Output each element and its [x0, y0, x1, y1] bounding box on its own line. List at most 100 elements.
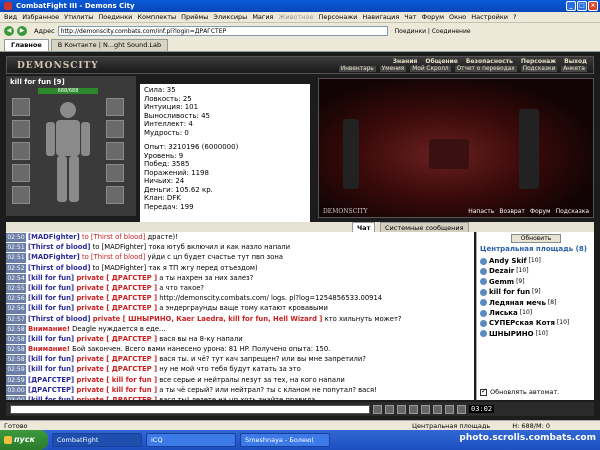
- chat-timestamp[interactable]: 02:52: [6, 263, 26, 273]
- chat-timestamp[interactable]: 02:59: [6, 365, 26, 375]
- task-combatfight[interactable]: CombatFight: [52, 433, 142, 447]
- armor-slot[interactable]: [12, 164, 30, 182]
- nav-transfer-report[interactable]: Отчет о переводах: [454, 66, 517, 72]
- nav-character[interactable]: Персонаж: [521, 58, 556, 65]
- player-name[interactable]: Dezair: [489, 266, 514, 276]
- nav-skills[interactable]: Умения: [379, 66, 407, 72]
- refresh-button[interactable]: Обновить: [511, 234, 561, 243]
- menu-item[interactable]: ?: [513, 13, 516, 21]
- task-smeshnaya[interactable]: Smeshnaya - Болею(: [240, 433, 330, 447]
- chat-nick[interactable]: [kill for fun]: [28, 365, 74, 373]
- earring-slot[interactable]: [106, 98, 124, 116]
- menu-item[interactable]: Форум: [422, 13, 444, 21]
- menu-item[interactable]: Поединки: [98, 13, 132, 21]
- gloves-slot[interactable]: [106, 120, 124, 138]
- menu-item[interactable]: Избранное: [22, 13, 59, 21]
- nav-my-scroll[interactable]: Мой Скролл: [410, 66, 451, 72]
- location-scene[interactable]: DEMONSCITY Напасть Возврат Форум Подсказ…: [318, 78, 594, 218]
- forum-link[interactable]: Форум: [530, 208, 551, 215]
- menu-item[interactable]: Комплекты: [137, 13, 176, 21]
- tab-system-messages[interactable]: Системные сообщения: [380, 222, 469, 232]
- chat-priv[interactable]: private [ ДРАГСТЕР ]: [74, 284, 157, 292]
- chat-timestamp[interactable]: 02:58: [6, 355, 26, 365]
- chat-log[interactable]: 02:50 [MADFighter] to [Thirst of blood] д…: [6, 232, 474, 400]
- attack-link[interactable]: Напасть: [468, 208, 494, 215]
- sound-icon[interactable]: [433, 404, 442, 414]
- nav-security[interactable]: Безопасность: [466, 58, 513, 65]
- tab-chat[interactable]: Чат: [352, 222, 376, 232]
- player-name[interactable]: Ледяная мечь: [489, 298, 546, 308]
- smile-icon[interactable]: [373, 404, 382, 414]
- boots-slot[interactable]: [106, 186, 124, 204]
- chat-priv[interactable]: private [ ДРАГСТЕР ]: [74, 396, 157, 400]
- chat-nick[interactable]: [Thirst of blood]: [28, 264, 90, 272]
- chat-timestamp[interactable]: 02:50: [6, 233, 26, 243]
- chat-nick[interactable]: [MADFighter]: [28, 253, 80, 261]
- chat-nick[interactable]: [kill for fun]: [28, 304, 74, 312]
- belt-slot[interactable]: [12, 186, 30, 204]
- player-item[interactable]: Andy Skif [10]: [480, 256, 592, 266]
- auto-refresh[interactable]: Обновлять автомат.: [480, 387, 559, 396]
- chat-timestamp[interactable]: 02:51: [6, 243, 26, 253]
- player-item[interactable]: Dezair [10]: [480, 266, 592, 276]
- player-item[interactable]: Gemm [9]: [480, 277, 592, 287]
- chat-nick[interactable]: [MADFighter]: [28, 233, 80, 241]
- menu-item[interactable]: Вид: [4, 13, 17, 21]
- nav-inventory[interactable]: Инвентарь: [338, 66, 376, 72]
- send-icon[interactable]: [385, 404, 394, 414]
- chat-nick[interactable]: [kill for fun]: [28, 355, 74, 363]
- tab-vkontakte[interactable]: В Контакте | N...ght Sound.Lab: [50, 39, 169, 51]
- menu-item[interactable]: Навигация: [362, 13, 399, 21]
- chat-priv[interactable]: private [ kill for fun ]: [74, 386, 157, 394]
- chat-nick[interactable]: [kill for fun]: [28, 274, 74, 282]
- hint-link[interactable]: Подсказка: [556, 208, 589, 215]
- player-name[interactable]: kill for fun: [489, 287, 530, 297]
- nav-exit[interactable]: Выход: [564, 58, 587, 65]
- auto-refresh-checkbox[interactable]: [480, 387, 487, 396]
- player-name[interactable]: Лиська: [489, 308, 518, 318]
- player-name[interactable]: Gemm: [489, 277, 514, 287]
- chat-nick[interactable]: [ДРАГСТЕР]: [28, 376, 74, 384]
- exit-icon[interactable]: [457, 404, 466, 414]
- address-input[interactable]: [57, 26, 388, 36]
- menu-item[interactable]: Приёмы: [181, 13, 208, 21]
- return-link[interactable]: Возврат: [499, 208, 525, 215]
- chat-timestamp[interactable]: 02:55: [6, 283, 26, 294]
- menu-item[interactable]: Чат: [404, 13, 416, 21]
- address-extras[interactable]: Поединки | Соединение: [395, 28, 471, 35]
- menu-item[interactable]: Эликсиры: [213, 13, 247, 21]
- chat-timestamp[interactable]: 02:56: [6, 294, 26, 304]
- chat-nick[interactable]: [Thirst of blood]: [28, 315, 90, 323]
- chat-timestamp[interactable]: 02:51: [6, 253, 26, 263]
- chat-nick[interactable]: [kill for fun]: [28, 396, 74, 400]
- chat-priv[interactable]: private [ ДРАГСТЕР ]: [74, 355, 157, 363]
- chat-priv[interactable]: private [ ДРАГСТЕР ]: [74, 294, 157, 302]
- menu-item[interactable]: Настройки: [471, 13, 508, 21]
- chat-nick[interactable]: [Thirst of blood]: [28, 243, 90, 251]
- player-item[interactable]: СУПЕРская Котя [10]: [480, 318, 592, 328]
- chat-priv[interactable]: private [ ДРАГСТЕР ]: [74, 274, 157, 282]
- chat-priv[interactable]: private [ ШНЫРИНО, Каег Laedra, kill for…: [90, 315, 323, 323]
- player-name[interactable]: Andy Skif: [489, 256, 527, 266]
- filter-icon[interactable]: [409, 404, 418, 414]
- nav-profile[interactable]: Анкета: [561, 66, 587, 72]
- chat-timestamp[interactable]: 02:56: [6, 304, 26, 314]
- chat-priv[interactable]: private [ kill for fun ]: [74, 376, 157, 384]
- minimize-button[interactable]: _: [566, 1, 576, 11]
- tab-main[interactable]: Главное: [4, 39, 49, 51]
- ring-slot[interactable]: [106, 164, 124, 182]
- weapon-slot[interactable]: [12, 142, 30, 160]
- chat-priv[interactable]: private [ ДРАГСТЕР ]: [74, 335, 157, 343]
- chat-priv[interactable]: private [ ДРАГСТЕР ]: [74, 365, 157, 373]
- clear-icon[interactable]: [397, 404, 406, 414]
- chat-timestamp[interactable]: 03:00: [6, 396, 26, 400]
- helmet-slot[interactable]: [12, 98, 30, 116]
- task-icq[interactable]: ICQ: [146, 433, 236, 447]
- close-button[interactable]: ×: [588, 1, 598, 11]
- menu-item[interactable]: Персонажи: [319, 13, 358, 21]
- amulet-slot[interactable]: [12, 120, 30, 138]
- chat-timestamp[interactable]: 02:59: [6, 375, 26, 385]
- chat-timestamp[interactable]: 02:58: [6, 324, 26, 334]
- nav-communication[interactable]: Общение: [425, 58, 457, 65]
- chat-timestamp[interactable]: 03:00: [6, 385, 26, 395]
